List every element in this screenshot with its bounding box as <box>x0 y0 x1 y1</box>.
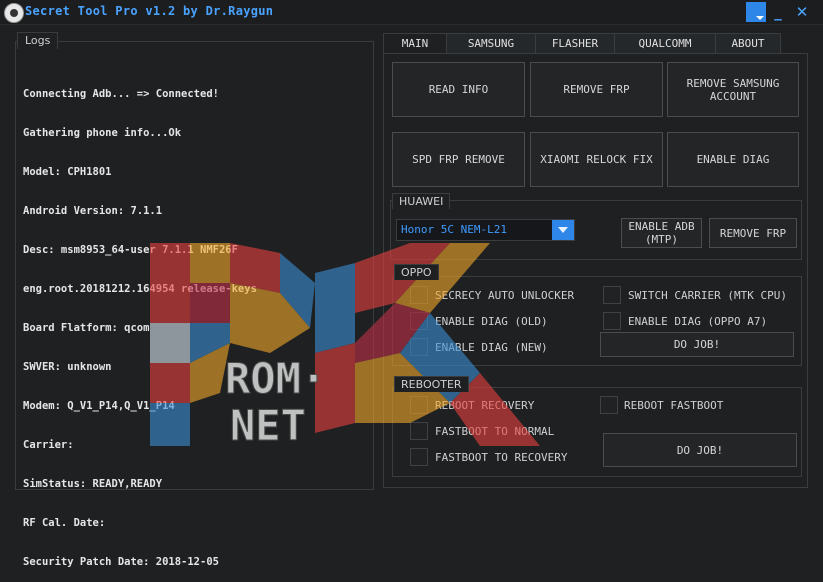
rebooter-group-label: REBOOTER <box>394 376 469 392</box>
enable-diag-oppo-a7-label: ENABLE DIAG (OPPO A7) <box>628 315 768 328</box>
huawei-model-select[interactable]: Honor 5C NEM-L21 <box>396 219 575 241</box>
button-label-line: ACCOUNT <box>709 89 757 103</box>
log-line: Modem: Q_V1_P14,Q_V1_P14 <box>23 400 175 412</box>
log-line: SWVER: unknown <box>23 361 112 373</box>
app-icon <box>4 3 24 23</box>
log-line: Android Version: 7.1.1 <box>23 205 163 217</box>
log-line: SimStatus: READY,READY <box>23 478 163 490</box>
reboot-fastboot-checkbox[interactable] <box>600 396 618 414</box>
huawei-remove-frp-button[interactable]: REMOVE FRP <box>709 218 797 248</box>
reboot-recovery-checkbox[interactable] <box>410 396 428 414</box>
enable-diag-old-label: ENABLE DIAG (OLD) <box>435 315 548 328</box>
tab-qualcomm[interactable]: QUALCOMM <box>614 33 716 54</box>
log-line: RF Cal. Date: <box>23 517 106 529</box>
button-label-line: ENABLE ADB <box>628 220 695 233</box>
reboot-fastboot-label: REBOOT FASTBOOT <box>624 399 724 412</box>
oppo-do-job-button[interactable]: DO JOB! <box>600 332 794 357</box>
fastboot-to-normal-checkbox[interactable] <box>410 422 428 440</box>
secrecy-auto-unlocker-checkbox[interactable] <box>410 286 428 304</box>
read-info-button[interactable]: READ INFO <box>392 62 525 117</box>
reboot-recovery-label: REBOOT RECOVERY <box>435 399 535 412</box>
log-line: Security Patch Date: 2018-12-05 <box>23 556 219 568</box>
remove-samsung-account-button[interactable]: REMOVE SAMSUNG ACCOUNT <box>667 62 799 117</box>
tab-flasher[interactable]: FLASHER <box>535 33 615 54</box>
tab-samsung[interactable]: SAMSUNG <box>446 33 536 54</box>
log-line: Board Flatform: qcom <box>23 322 150 334</box>
fastboot-to-recovery-checkbox[interactable] <box>410 448 428 466</box>
button-label-line: (MTP) <box>644 233 679 246</box>
log-output: Connecting Adb... => Connected! Gatherin… <box>23 62 257 582</box>
switch-carrier-label: SWITCH CARRIER (MTK CPU) <box>628 289 787 302</box>
enable-diag-new-checkbox[interactable] <box>410 338 428 356</box>
log-line: Gathering phone info...Ok <box>23 127 182 139</box>
minimize-button[interactable]: _ <box>768 2 788 22</box>
enable-diag-oppo-a7-checkbox[interactable] <box>603 312 621 330</box>
logs-label: Logs <box>17 32 59 49</box>
button-label-line: REMOVE SAMSUNG <box>686 76 780 90</box>
enable-adb-mtp-button[interactable]: ENABLE ADB (MTP) <box>621 218 702 248</box>
huawei-group-label: HUAWEI <box>392 193 451 209</box>
dropdown-menu-icon[interactable] <box>746 2 766 22</box>
chevron-down-icon[interactable] <box>552 220 574 240</box>
log-line: Desc: msm8953_64-user 7.1.1 NMF26F <box>23 244 238 256</box>
huawei-model-selected: Honor 5C NEM-L21 <box>401 223 507 236</box>
switch-carrier-checkbox[interactable] <box>603 286 621 304</box>
fastboot-to-recovery-label: FASTBOOT TO RECOVERY <box>435 451 568 464</box>
close-button[interactable]: ✕ <box>792 2 812 22</box>
enable-diag-new-label: ENABLE DIAG (NEW) <box>435 341 548 354</box>
enable-diag-old-checkbox[interactable] <box>410 312 428 330</box>
spd-frp-remove-button[interactable]: SPD FRP REMOVE <box>392 132 525 187</box>
remove-frp-button[interactable]: REMOVE FRP <box>530 62 663 117</box>
log-line: Connecting Adb... => Connected! <box>23 88 219 100</box>
enable-diag-button[interactable]: ENABLE DIAG <box>667 132 799 187</box>
log-line: Model: CPH1801 <box>23 166 112 178</box>
log-line: Carrier: <box>23 439 74 451</box>
oppo-group-label: OPPO <box>394 264 439 280</box>
tab-main[interactable]: MAIN <box>383 33 447 54</box>
secrecy-auto-unlocker-label: SECRECY AUTO UNLOCKER <box>435 289 575 302</box>
title-bar: Secret Tool Pro v1.2 by Dr.Raygun _ ✕ <box>0 0 823 25</box>
rebooter-do-job-button[interactable]: DO JOB! <box>603 433 797 467</box>
window-title: Secret Tool Pro v1.2 by Dr.Raygun <box>25 4 274 18</box>
log-line: eng.root.20181212.164954 release-keys <box>23 283 257 295</box>
tab-about[interactable]: ABOUT <box>715 33 781 54</box>
fastboot-to-normal-label: FASTBOOT TO NORMAL <box>435 425 555 438</box>
xiaomi-relock-fix-button[interactable]: XIAOMI RELOCK FIX <box>530 132 663 187</box>
